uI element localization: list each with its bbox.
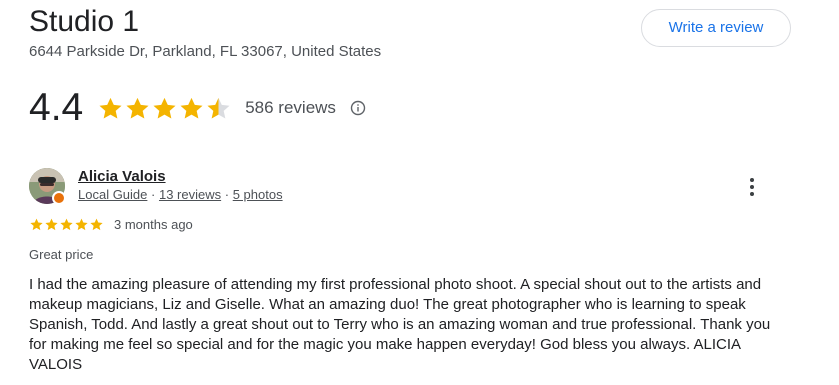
reviewer-photos-link[interactable]: 5 photos bbox=[233, 187, 283, 202]
review-body: I had the amazing pleasure of attending … bbox=[29, 276, 771, 373]
reviewer-meta: Local Guide · 13 reviews · 5 photos bbox=[78, 187, 283, 203]
write-review-button[interactable]: Write a review bbox=[641, 9, 791, 47]
local-guide-badge-icon bbox=[52, 191, 66, 205]
more-vert-icon[interactable] bbox=[742, 176, 762, 198]
reviewer-name[interactable]: Alicia Valois bbox=[78, 167, 166, 186]
star-icon bbox=[30, 218, 43, 230]
place-title: Studio 1 bbox=[29, 5, 140, 38]
review-subject: Great price bbox=[29, 247, 94, 262]
review-date: 3 months ago bbox=[114, 216, 193, 232]
average-stars bbox=[97, 95, 232, 122]
review-rating-row: 3 months ago bbox=[29, 215, 193, 233]
reviews-count[interactable]: 586 reviews bbox=[245, 98, 336, 118]
star-icon bbox=[99, 97, 122, 119]
rating-summary: 4.4 586 reviews bbox=[29, 86, 366, 130]
divider bbox=[29, 152, 809, 153]
star-icon bbox=[75, 218, 88, 230]
info-icon[interactable] bbox=[350, 100, 366, 116]
star-icon bbox=[60, 218, 73, 230]
review-stars bbox=[29, 217, 104, 232]
star-icon bbox=[45, 218, 58, 230]
star-icon bbox=[180, 97, 203, 119]
meta-separator: · bbox=[151, 187, 156, 202]
local-guide-link[interactable]: Local Guide bbox=[78, 187, 147, 202]
average-rating: 4.4 bbox=[29, 86, 84, 129]
star-icon bbox=[153, 97, 176, 119]
meta-separator: · bbox=[224, 187, 230, 202]
reviewer-reviews-link[interactable]: 13 reviews bbox=[159, 187, 221, 202]
star-icon bbox=[90, 218, 103, 230]
half-star-icon bbox=[207, 97, 230, 119]
place-address: 6644 Parkside Dr, Parkland, FL 33067, Un… bbox=[29, 43, 382, 60]
star-icon bbox=[126, 97, 149, 119]
